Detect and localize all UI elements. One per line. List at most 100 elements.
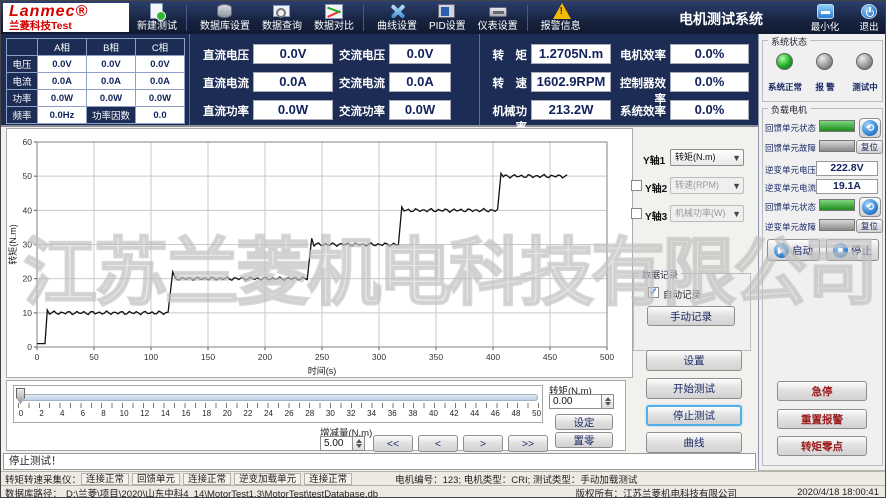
feedback-unit-label: 回馈单元 bbox=[132, 473, 180, 485]
step-forward-fast-button[interactable]: >> bbox=[508, 435, 548, 452]
y-axis2-selected: 转速(RPM) bbox=[675, 180, 719, 190]
step-forward-button[interactable]: > bbox=[463, 435, 503, 452]
right-panel: 系统状态 系统正常 报 警 测试中 负载电机 回馈单元状态 回馈单元故障 ⟲ 复… bbox=[758, 34, 886, 471]
motor-info: 电机编号：123; 电机类型：CRI; 测试类型：手动加载测试 bbox=[395, 472, 637, 486]
auto-record-checkbox[interactable]: ✓ bbox=[648, 287, 659, 298]
toolbar-group-4: 报警信息 bbox=[535, 1, 587, 34]
row-label: 功率 bbox=[7, 90, 37, 106]
svg-text:转矩(N.m): 转矩(N.m) bbox=[7, 224, 18, 265]
toolbar-label: 数据查询 bbox=[262, 17, 302, 32]
mech-power-value: 213.2W bbox=[531, 100, 611, 120]
stop-motor-label: 停止 bbox=[851, 243, 872, 258]
svg-text:时间(s): 时间(s) bbox=[308, 365, 337, 376]
chevron-down-icon: ▼ bbox=[732, 151, 741, 166]
inverter-voltage-value: 222.8V bbox=[816, 161, 878, 176]
minimize-label: 最小化 bbox=[811, 19, 840, 33]
toolbar-separator bbox=[527, 5, 528, 31]
slider-groove[interactable] bbox=[18, 394, 538, 401]
y-axis3-select[interactable]: 机械功率(W) ▼ bbox=[670, 205, 744, 222]
manual-record-button[interactable]: 手动记录 bbox=[647, 306, 735, 326]
search-icon bbox=[271, 3, 293, 16]
svg-text:0: 0 bbox=[35, 352, 40, 362]
minimize-button[interactable]: 最小化 bbox=[803, 2, 847, 33]
controller-eff-value: 0.0% bbox=[670, 72, 749, 92]
svg-text:150: 150 bbox=[201, 352, 215, 362]
inverter-fault-label: 逆变单元故障 bbox=[765, 221, 816, 233]
torque-set-input[interactable]: 0.00 bbox=[549, 394, 602, 409]
torque-set-spinner[interactable] bbox=[601, 394, 614, 409]
system-eff-value: 0.0% bbox=[670, 100, 749, 120]
step-back-fast-button[interactable]: << bbox=[373, 435, 413, 452]
inverter-voltage-label: 逆变单元电压 bbox=[765, 164, 816, 176]
new-test-button[interactable]: 新建测试 bbox=[131, 1, 183, 34]
svg-text:100: 100 bbox=[144, 352, 158, 362]
y-axis2-select[interactable]: 转速(RPM) ▼ bbox=[670, 177, 744, 194]
zero-button[interactable]: 置零 bbox=[555, 432, 613, 448]
alarm-info-button[interactable]: 报警信息 bbox=[535, 1, 587, 34]
phase-value: 0.0A bbox=[38, 73, 86, 89]
system-ok-label: 系统正常 bbox=[766, 81, 804, 93]
svg-text:450: 450 bbox=[543, 352, 557, 362]
step-amount-input[interactable]: 5.00 bbox=[320, 436, 353, 451]
reset-label-button-1[interactable]: 复位 bbox=[856, 140, 883, 154]
start-motor-button[interactable]: ▶ 启动 bbox=[767, 239, 820, 261]
curve-button[interactable]: 曲线 bbox=[646, 432, 742, 453]
toolbar-group-3: 曲线设置 PID设置 仪表设置 bbox=[371, 1, 524, 34]
stop-motor-button[interactable]: ■ 停止 bbox=[826, 239, 879, 261]
meter-settings-button[interactable]: 仪表设置 bbox=[472, 1, 524, 34]
y-axis2-label: Y轴2 bbox=[645, 180, 667, 195]
toolbar-label: 仪表设置 bbox=[478, 17, 518, 32]
emergency-stop-button[interactable]: 急停 bbox=[777, 381, 867, 401]
chevron-down-icon: ▼ bbox=[732, 179, 741, 194]
phase-value: 0.0V bbox=[38, 56, 86, 72]
pid-panel-icon bbox=[436, 3, 458, 16]
reset-button-2[interactable]: ⟲ bbox=[859, 197, 881, 217]
db-path: D:\兰菱\项目\2020\山东中科4_14\MotorTest1.3\Moto… bbox=[66, 486, 378, 498]
y-axis2-checkbox[interactable] bbox=[631, 180, 642, 191]
reset-button-1[interactable]: ⟲ bbox=[859, 118, 881, 138]
svg-text:300: 300 bbox=[372, 352, 386, 362]
exit-button[interactable]: 退出 bbox=[847, 2, 886, 33]
y-axis1-selected: 转矩(N.m) bbox=[675, 152, 716, 162]
settings-button[interactable]: 设置 bbox=[646, 350, 742, 371]
database-settings-button[interactable]: 数据库设置 bbox=[194, 1, 256, 34]
power-factor-value: 0.0 bbox=[136, 107, 184, 123]
data-query-button[interactable]: 数据查询 bbox=[256, 1, 308, 34]
y-axis3-checkbox[interactable] bbox=[631, 208, 642, 219]
phase-value: 0.0V bbox=[87, 56, 135, 72]
pid-settings-button[interactable]: PID设置 bbox=[423, 1, 472, 34]
load-control-panel: 0246810121416182022242628303234363840424… bbox=[6, 380, 626, 451]
speed-value: 1602.9RPM bbox=[531, 72, 611, 92]
system-ok-led bbox=[776, 53, 793, 70]
curve-settings-button[interactable]: 曲线设置 bbox=[371, 1, 423, 34]
motor-eff-value: 0.0% bbox=[670, 44, 749, 64]
reset-alarm-button[interactable]: 重置报警 bbox=[777, 409, 867, 429]
power-icon bbox=[861, 4, 877, 19]
start-test-button[interactable]: 开始测试 bbox=[646, 378, 742, 399]
reset-label-button-2[interactable]: 复位 bbox=[856, 219, 883, 233]
torque-label: 转 矩 bbox=[482, 47, 527, 63]
svg-text:20: 20 bbox=[23, 274, 33, 284]
step-amount-spinner[interactable] bbox=[352, 436, 365, 451]
torque-slider[interactable]: 0246810121416182022242628303234363840424… bbox=[13, 385, 543, 423]
phase-value: 0.0V bbox=[136, 56, 184, 72]
collector-label: 转矩转速采集仪： bbox=[5, 472, 81, 486]
torque-zero-button[interactable]: 转矩零点 bbox=[777, 436, 867, 456]
stop-test-button[interactable]: 停止测试 bbox=[646, 405, 742, 426]
refresh-icon: ⟲ bbox=[862, 120, 878, 136]
svg-text:250: 250 bbox=[315, 352, 329, 362]
set-button[interactable]: 设定 bbox=[555, 414, 613, 430]
alarm-led bbox=[816, 53, 833, 70]
toolbar-label: PID设置 bbox=[429, 17, 466, 32]
data-compare-button[interactable]: 数据对比 bbox=[308, 1, 360, 34]
step-back-button[interactable]: < bbox=[418, 435, 458, 452]
feedback-fault-indicator bbox=[819, 140, 855, 152]
y-axis1-select[interactable]: 转矩(N.m) ▼ bbox=[670, 149, 744, 166]
svg-text:350: 350 bbox=[429, 352, 443, 362]
testing-label: 测试中 bbox=[848, 81, 882, 93]
toolbar-label: 报警信息 bbox=[541, 17, 581, 32]
inverter-current-value: 19.1A bbox=[816, 179, 878, 194]
phase-value: 0.0W bbox=[38, 90, 86, 106]
slider-thumb[interactable] bbox=[16, 388, 25, 404]
phase-value: 0.0W bbox=[87, 90, 135, 106]
